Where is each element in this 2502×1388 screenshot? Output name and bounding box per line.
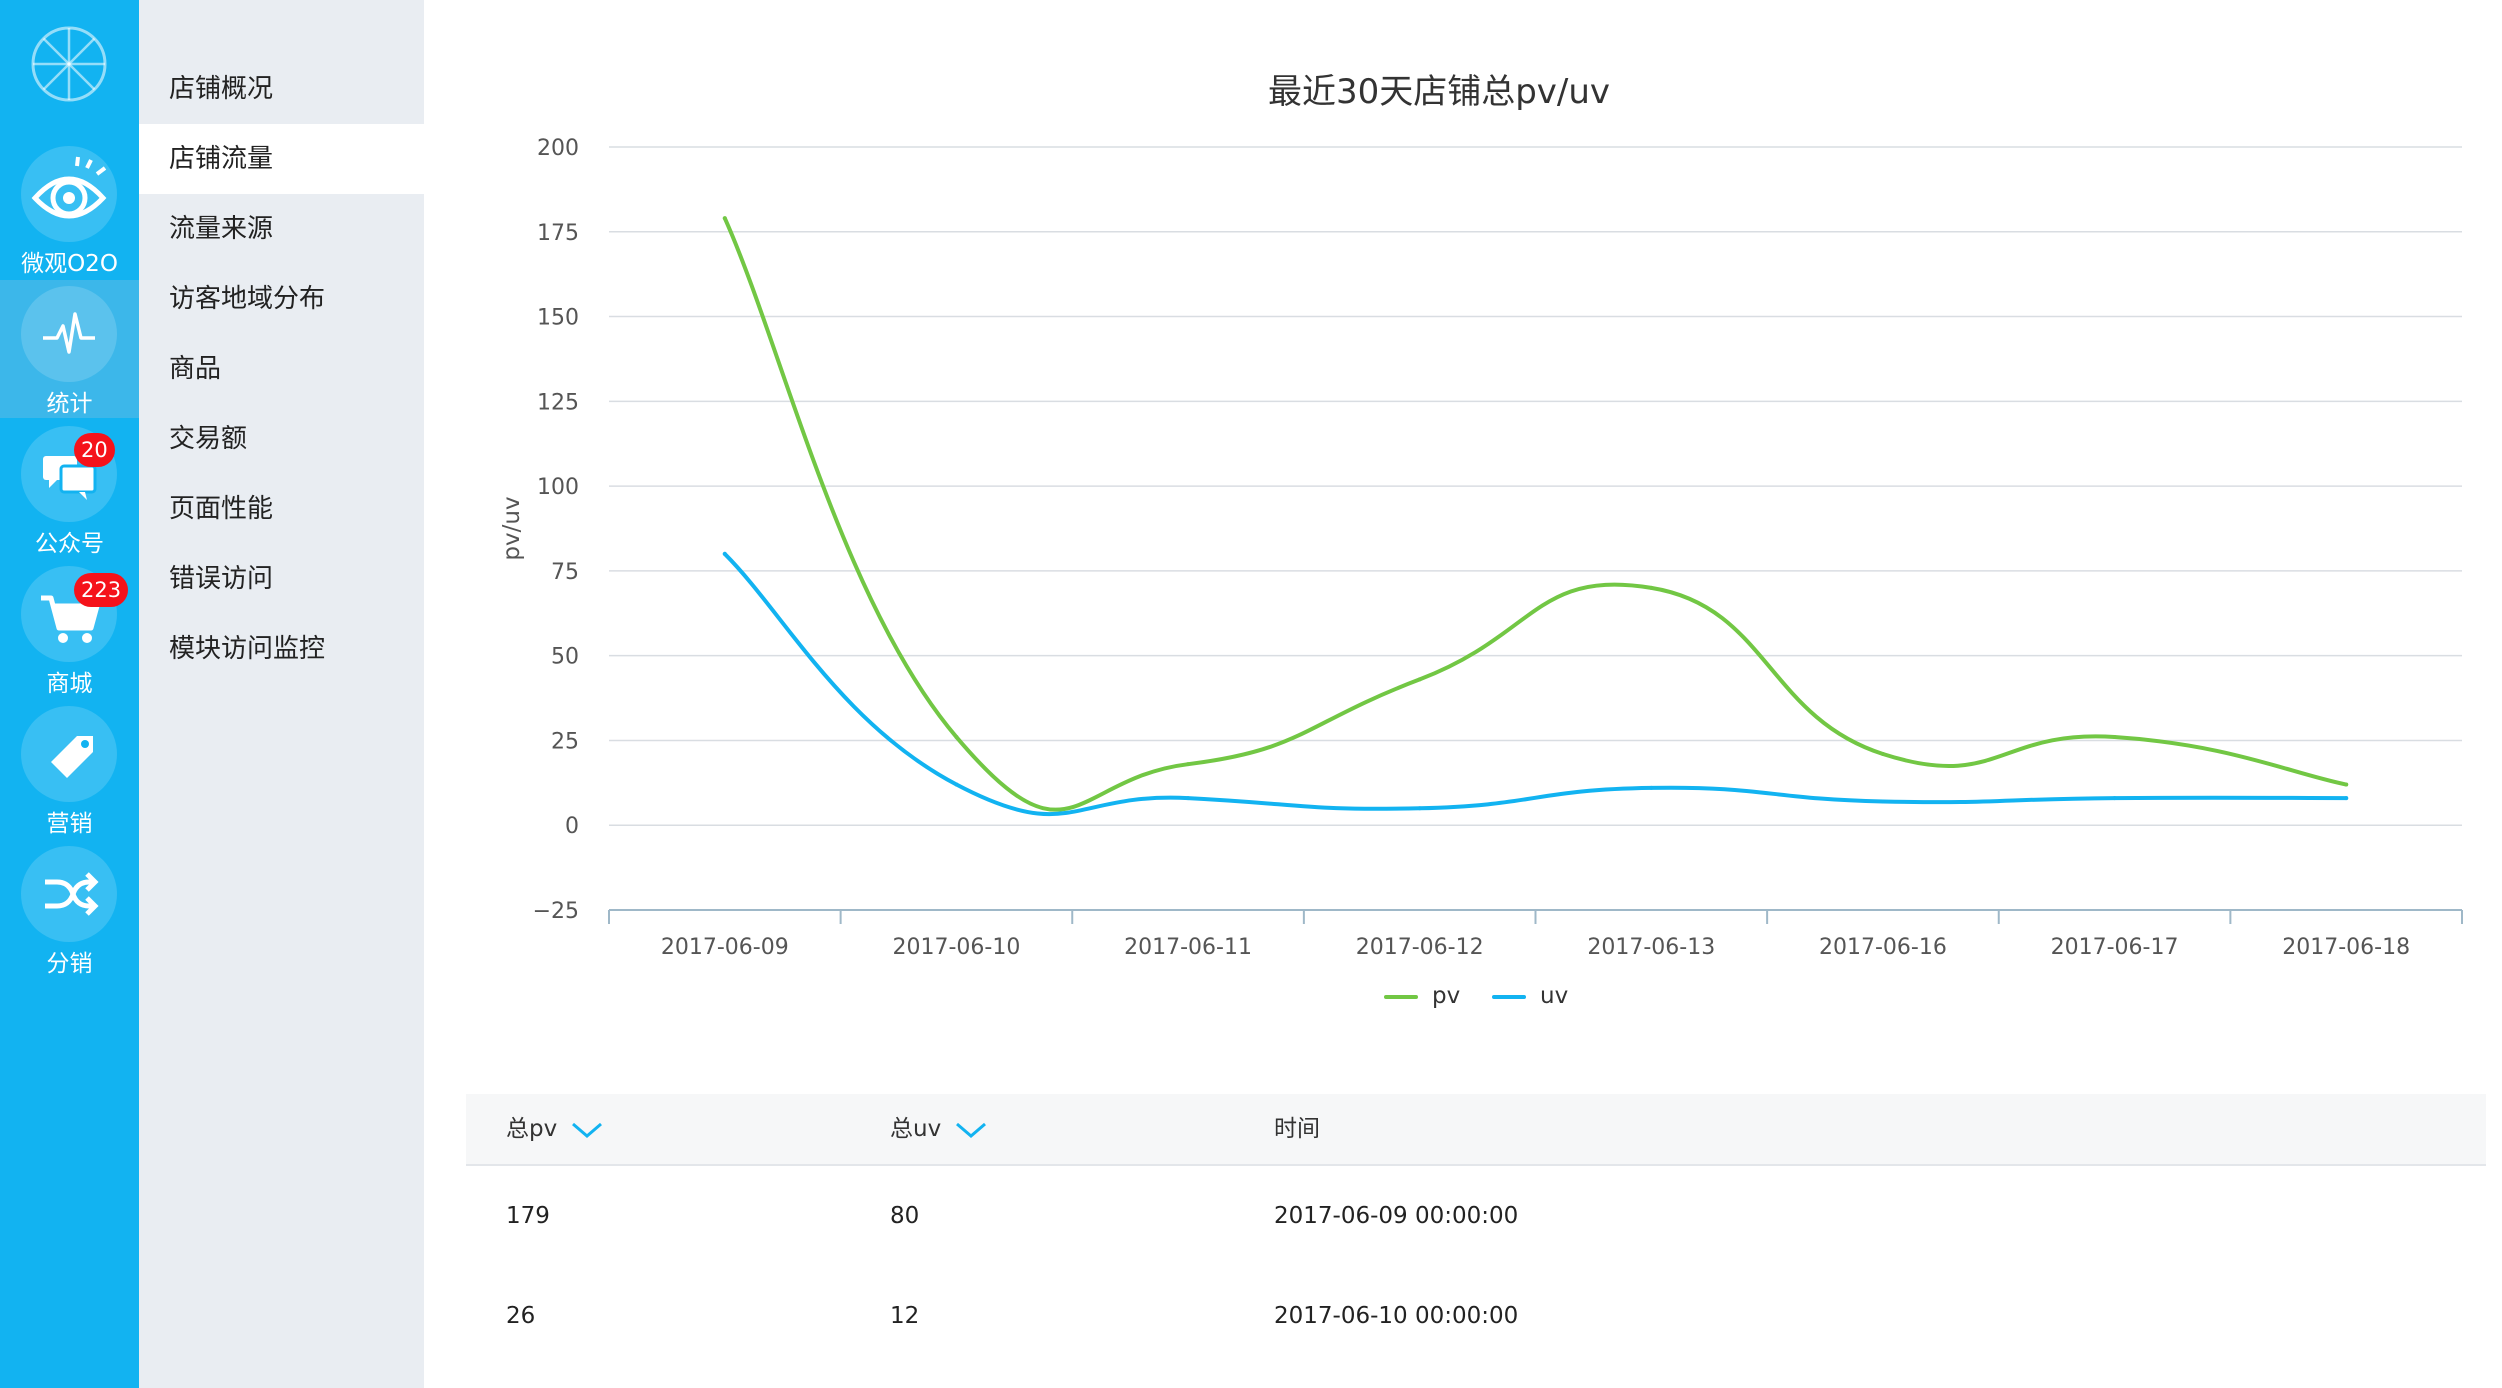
rail-item-official-account[interactable]: 20 公众号 <box>0 420 139 558</box>
y-tick-label: 75 <box>551 560 579 585</box>
y-tick-label: 25 <box>551 729 579 754</box>
submenu-item-module-monitoring[interactable]: 模块访问监控 <box>139 614 424 684</box>
y-tick-label: 100 <box>537 475 579 500</box>
eye-icon <box>31 156 107 219</box>
pulse-icon <box>43 312 95 354</box>
series-line-pv <box>722 216 2349 812</box>
table-header: 总pv 总uv 时间 <box>466 1094 2486 1166</box>
y-axis-label: pv/uv <box>499 496 525 560</box>
column-header-label: 总pv <box>506 1116 558 1142</box>
cell-time: 2017-06-10 00:00:00 <box>1274 1303 1519 1329</box>
data-point-pv <box>722 216 727 221</box>
rail-item-distribution[interactable]: 分销 <box>0 840 139 978</box>
y-tick-label: 175 <box>537 221 579 246</box>
legend-swatch-pv <box>1384 994 1418 999</box>
cell-total-pv: 26 <box>506 1303 536 1329</box>
column-header-time: 时间 <box>1274 1116 1320 1142</box>
statistics-submenu: 店铺概况 店铺流量 流量来源 访客地域分布 商品 交易额 页面性能 错误访问 模… <box>139 0 424 1388</box>
y-tick-label: 200 <box>537 136 579 161</box>
y-tick-label: 150 <box>537 306 579 331</box>
notification-badge: 223 <box>74 573 129 607</box>
x-tick-label: 2017-06-11 <box>1124 935 1252 960</box>
y-tick-label: 50 <box>551 645 579 670</box>
x-tick-label: 2017-06-09 <box>661 935 789 960</box>
series-line-uv <box>722 551 2349 817</box>
rail-label: 分销 <box>46 951 93 977</box>
cell-total-uv: 80 <box>890 1203 920 1229</box>
rail-label: 公众号 <box>35 531 104 557</box>
submenu-item-traffic-source[interactable]: 流量来源 <box>139 194 424 264</box>
data-point-uv <box>1186 796 1191 801</box>
rail-item-o2o[interactable]: 微观O2O <box>0 140 139 278</box>
data-point-uv <box>1649 785 1654 790</box>
notification-badge: 20 <box>74 433 115 467</box>
x-tick-label: 2017-06-16 <box>1819 935 1947 960</box>
chevron-down-icon[interactable] <box>571 1121 603 1139</box>
y-tick-label: −25 <box>533 899 579 924</box>
legend-item-uv[interactable]: uv <box>1492 983 1568 1009</box>
column-header-total-pv: 总pv <box>506 1094 603 1164</box>
submenu-item-error-visits[interactable]: 错误访问 <box>139 544 424 614</box>
rail-label: 商城 <box>46 671 93 697</box>
data-point-uv <box>722 551 727 556</box>
tag-icon <box>51 736 93 778</box>
cell-total-pv: 179 <box>506 1203 550 1229</box>
submenu-item-products[interactable]: 商品 <box>139 334 424 404</box>
table-row: 26 12 2017-06-10 00:00:00 <box>466 1266 2486 1366</box>
x-tick-label: 2017-06-18 <box>2282 935 2410 960</box>
chevron-down-icon[interactable] <box>955 1121 987 1139</box>
cell-time: 2017-06-09 00:00:00 <box>1274 1203 1519 1229</box>
data-point-uv <box>954 782 959 787</box>
cell-total-uv: 12 <box>890 1303 920 1329</box>
legend-label-uv: uv <box>1540 983 1569 1009</box>
y-tick-label: 0 <box>565 814 579 839</box>
data-point-uv <box>2112 796 2117 801</box>
x-tick-label: 2017-06-10 <box>893 935 1021 960</box>
rail-label: 统计 <box>46 391 93 417</box>
data-point-uv <box>2344 796 2349 801</box>
data-point-uv <box>1880 799 1885 804</box>
logo-icon <box>31 26 107 102</box>
legend-item-pv[interactable]: pv <box>1384 983 1460 1009</box>
data-point-pv <box>1417 677 1422 682</box>
shuffle-icon <box>45 872 99 916</box>
x-tick-label: 2017-06-13 <box>1587 935 1715 960</box>
rail-label: 营销 <box>46 811 93 837</box>
rail-label: 微观O2O <box>21 251 118 277</box>
rail-item-statistics[interactable]: 统计 <box>0 280 139 418</box>
legend-swatch-uv <box>1492 994 1526 999</box>
legend-label-pv: pv <box>1432 983 1461 1009</box>
x-tick-label: 2017-06-17 <box>2051 935 2179 960</box>
data-point-pv <box>2112 735 2117 740</box>
x-tick-label: 2017-06-12 <box>1356 935 1484 960</box>
submenu-item-page-performance[interactable]: 页面性能 <box>139 474 424 544</box>
column-header-label: 总uv <box>890 1116 942 1142</box>
submenu-item-transactions[interactable]: 交易额 <box>139 404 424 474</box>
table-row: 179 80 2017-06-09 00:00:00 <box>466 1166 2486 1266</box>
app-nav-rail: 微观O2O 统计 20 公众号 223 商城 营销 分销 <box>0 0 139 1388</box>
data-point-pv <box>2344 782 2349 787</box>
data-point-pv <box>1649 585 1654 590</box>
data-point-pv <box>1880 752 1885 757</box>
pv-uv-line-chart: 200 175 150 125 100 75 50 25 0 −25 2017-06-09 2017-… <box>499 136 2463 960</box>
rail-item-marketing[interactable]: 营销 <box>0 700 139 838</box>
column-header-total-uv: 总uv <box>890 1094 987 1164</box>
rail-item-mall[interactable]: 223 商城 <box>0 560 139 698</box>
main-content: 最近30天店铺总pv/uv 200 175 150 125 100 75 50 25 0 −25 2… <box>424 0 2502 1388</box>
data-point-pv <box>954 735 959 740</box>
data-point-uv <box>1417 806 1422 811</box>
submenu-item-shop-traffic[interactable]: 店铺流量 <box>139 124 424 194</box>
data-point-pv <box>1186 762 1191 767</box>
submenu-item-visitor-region[interactable]: 访客地域分布 <box>139 264 424 334</box>
submenu-item-shop-overview[interactable]: 店铺概况 <box>139 54 424 124</box>
y-tick-label: 125 <box>537 390 579 415</box>
